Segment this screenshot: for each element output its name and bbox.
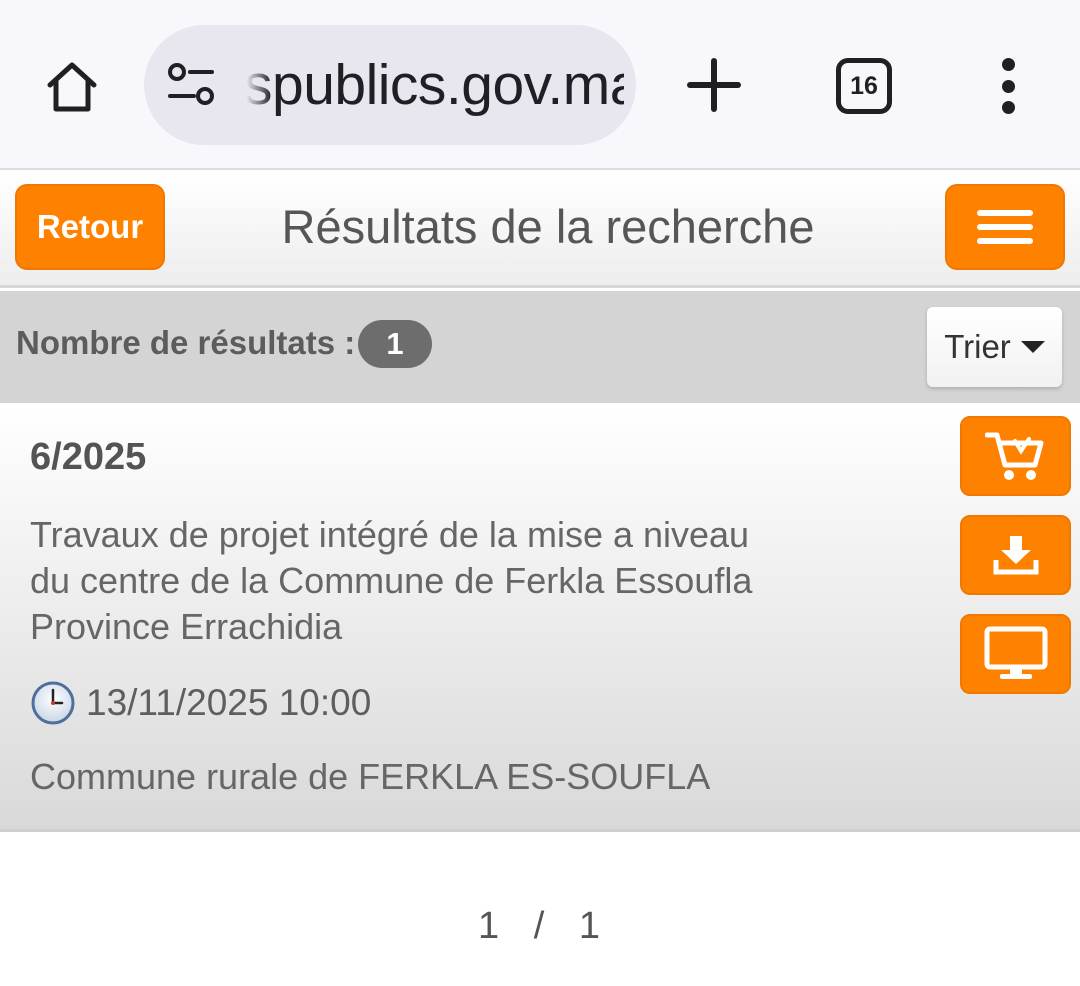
pagination-current: 1 <box>478 905 502 947</box>
pagination-separator: / <box>533 905 547 947</box>
app-header: Retour Résultats de la recherche <box>0 172 1080 288</box>
tender-buyer: Commune rurale de FERKLA ES-SOUFLA <box>30 756 711 797</box>
pagination-total: 1 <box>578 905 602 947</box>
caret-down-icon <box>1020 341 1045 353</box>
cart-icon <box>984 432 1043 480</box>
results-count-badge: 1 <box>358 320 432 368</box>
url-text[interactable]: spublics.gov.ma <box>244 25 624 145</box>
tune-icon[interactable] <box>166 63 218 107</box>
tender-deadline: 13/11/2025 10:00 <box>30 678 371 728</box>
sort-label: Trier <box>944 328 1011 365</box>
download-button[interactable] <box>960 515 1071 595</box>
address-bar[interactable]: spublics.gov.ma <box>144 25 636 145</box>
more-vert-icon[interactable] <box>990 58 1026 114</box>
consult-online-button[interactable] <box>960 614 1071 694</box>
pagination: 1 / 1 <box>0 905 1080 948</box>
home-icon <box>47 62 97 112</box>
tab-count: 16 <box>850 71 878 100</box>
add-to-cart-button[interactable] <box>960 416 1071 496</box>
plus-icon <box>687 58 741 112</box>
sort-button[interactable]: Trier <box>927 307 1062 387</box>
new-tab-button[interactable] <box>684 55 744 115</box>
url-fade <box>240 45 272 125</box>
back-button[interactable]: Retour <box>15 184 165 270</box>
tab-switcher-icon[interactable]: 16 <box>836 58 892 114</box>
browser-toolbar: spublics.gov.ma 16 <box>0 0 1080 170</box>
results-count-label: Nombre de résultats : <box>16 324 356 361</box>
page-title: Résultats de la recherche <box>281 200 815 253</box>
results-count-bar: Nombre de résultats : 1 Trier <box>0 291 1080 403</box>
result-card[interactable]: 6/2025 Travaux de projet intégré de la m… <box>0 406 1080 832</box>
clock-icon <box>31 681 75 725</box>
monitor-icon <box>984 626 1047 679</box>
hamburger-icon[interactable] <box>945 184 1065 270</box>
deadline-text: 13/11/2025 10:00 <box>86 682 372 723</box>
home-button[interactable] <box>40 55 104 119</box>
tender-reference: 6/2025 <box>30 436 147 478</box>
download-icon <box>993 536 1038 575</box>
tender-description: Travaux de projet intégré de la mise a n… <box>30 514 753 647</box>
